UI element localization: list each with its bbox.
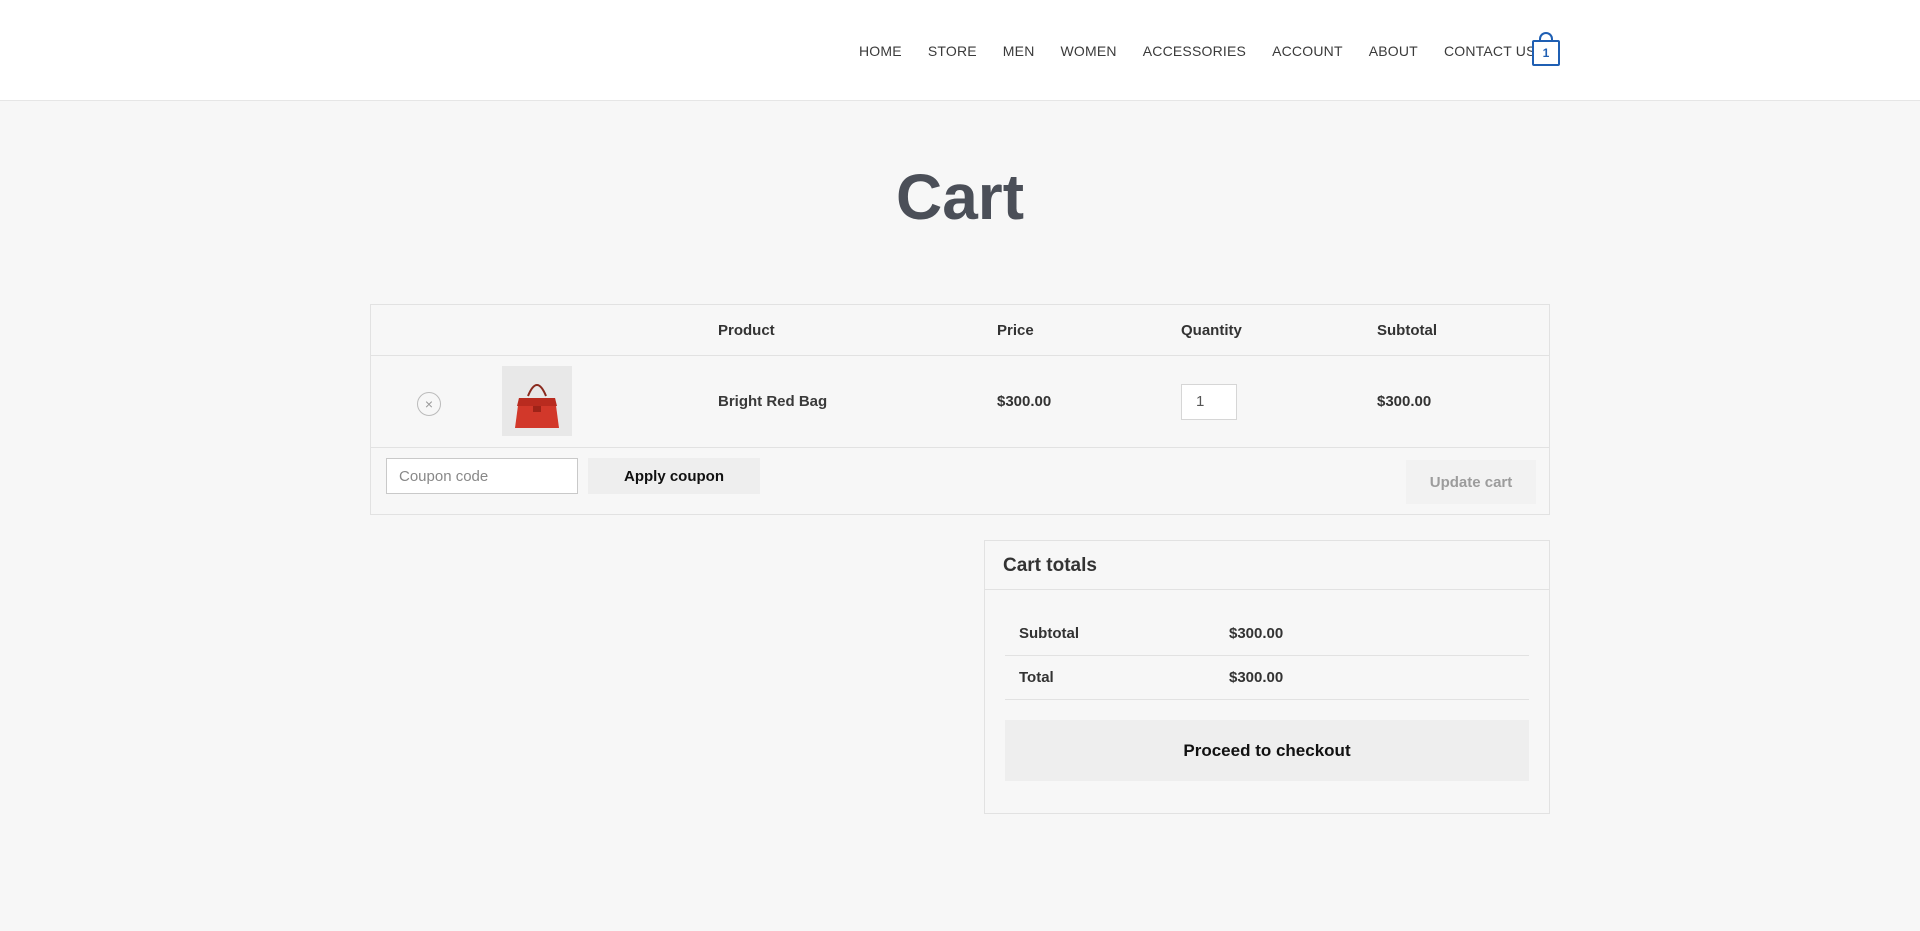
cart-count-badge: 1	[1542, 46, 1550, 60]
nav-item-women[interactable]: WOMEN	[1061, 40, 1117, 62]
totals-subtotal-label: Subtotal	[1019, 625, 1079, 642]
shopping-bag-icon[interactable]: 1	[1532, 32, 1560, 66]
proceed-to-checkout-button[interactable]: Proceed to checkout	[1005, 720, 1529, 781]
product-name[interactable]: Bright Red Bag	[718, 356, 827, 448]
product-price: $300.00	[997, 393, 1052, 410]
header-quantity: Quantity	[1181, 322, 1242, 339]
nav-item-accessories[interactable]: ACCESSORIES	[1143, 40, 1246, 62]
nav-item-store[interactable]: STORE	[928, 40, 977, 62]
apply-coupon-button[interactable]: Apply coupon	[588, 458, 760, 494]
totals-subtotal-row: Subtotal $300.00	[1005, 612, 1529, 656]
main-nav: HOME STORE MEN WOMEN ACCESSORIES ACCOUNT…	[846, 40, 1549, 62]
coupon-code-input[interactable]	[386, 458, 578, 494]
product-subtotal: $300.00	[1377, 393, 1432, 410]
nav-item-home[interactable]: HOME	[859, 40, 902, 62]
header-product: Product	[718, 322, 775, 339]
totals-subtotal-value: $300.00	[1229, 625, 1284, 642]
quantity-input[interactable]: 1	[1181, 384, 1237, 420]
product-thumbnail[interactable]	[502, 366, 572, 436]
header-subtotal: Subtotal	[1377, 322, 1437, 339]
cart-totals: Cart totals Subtotal $300.00 Total $300.…	[984, 540, 1550, 814]
nav-item-contact-us[interactable]: CONTACT US	[1444, 40, 1536, 62]
nav-item-about[interactable]: ABOUT	[1369, 40, 1418, 62]
totals-total-value: $300.00	[1229, 669, 1284, 686]
nav-item-men[interactable]: MEN	[1003, 40, 1035, 62]
update-cart-button[interactable]: Update cart	[1406, 460, 1536, 504]
totals-total-row: Total $300.00	[1005, 656, 1529, 700]
header-price: Price	[997, 322, 1034, 339]
cart-totals-title: Cart totals	[985, 541, 1549, 590]
site-logo[interactable]	[364, 20, 600, 78]
totals-total-label: Total	[1019, 669, 1054, 686]
cart-actions: Apply coupon Update cart	[371, 448, 1549, 515]
nav-item-account[interactable]: ACCOUNT	[1272, 40, 1343, 62]
page-title: Cart	[895, 161, 1025, 233]
site-header: HOME STORE MEN WOMEN ACCESSORIES ACCOUNT…	[0, 0, 1920, 101]
close-circle-icon[interactable]: ×	[417, 392, 441, 416]
cart-table: Product Price Quantity Subtotal × Bright…	[370, 304, 1550, 515]
cart-item-row: × Bright Red Bag $300.00 1 $300.00	[371, 356, 1549, 448]
cart-table-header: Product Price Quantity Subtotal	[371, 305, 1549, 356]
red-bag-image	[502, 366, 572, 436]
